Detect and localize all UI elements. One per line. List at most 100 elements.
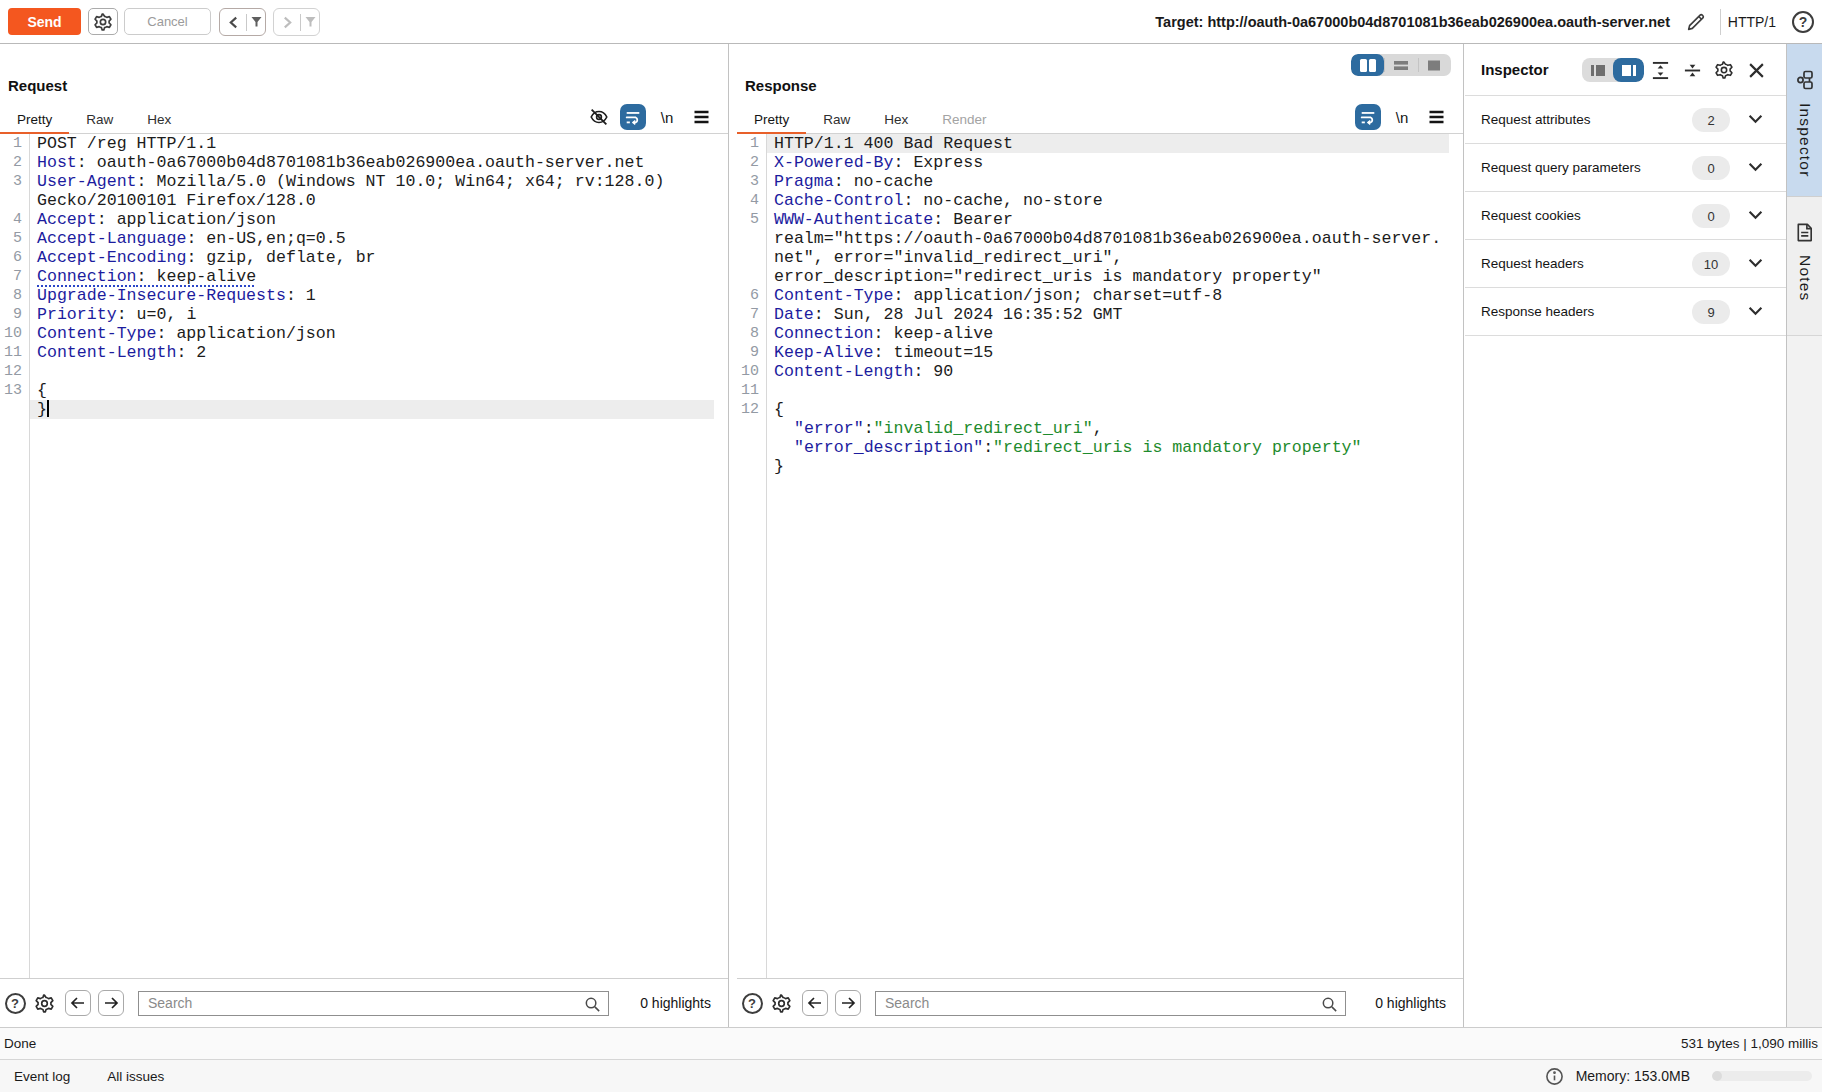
close-icon <box>1748 62 1765 79</box>
search-icon <box>1320 995 1339 1014</box>
inspector-section-request-query-parameters[interactable]: Request query parameters0 <box>1465 144 1786 192</box>
search-help-button[interactable]: ? <box>3 991 27 1015</box>
line-number: 9 <box>0 305 22 324</box>
code-text: "error":"invalid_redirect_uri", <box>774 419 1103 438</box>
inspector-close-button[interactable] <box>1740 58 1772 82</box>
notes-icon <box>1794 222 1815 243</box>
search-next-button[interactable] <box>835 990 861 1016</box>
help-icon: ? <box>5 993 26 1014</box>
status-text: Done <box>4 1036 36 1051</box>
request-search-input[interactable] <box>139 992 608 1015</box>
show-nonprintable-toggle[interactable]: \n <box>650 104 684 130</box>
code-text: Priority: u=0, i <box>37 305 196 324</box>
inspector-section-request-headers[interactable]: Request headers10 <box>1465 240 1786 288</box>
code-line: realm="https://oauth-0a67000b04d8701081b… <box>737 229 1463 248</box>
dock-left-button[interactable] <box>1582 58 1613 82</box>
send-button[interactable]: Send <box>8 8 81 35</box>
search-prev-button[interactable] <box>802 990 828 1016</box>
arrow-right-icon <box>103 996 119 1010</box>
inspector-settings-button[interactable] <box>1708 58 1740 82</box>
line-number: 1 <box>0 134 22 153</box>
layout-columns-button[interactable] <box>1351 54 1384 76</box>
code-line: 4Accept: application/json <box>0 210 728 229</box>
show-nonprintable-toggle[interactable]: \n <box>1385 104 1419 130</box>
code-text: Host: oauth-0a67000b04d8701081b36eab0269… <box>37 153 644 172</box>
line-number: 13 <box>0 381 22 400</box>
layout-single-button[interactable] <box>1418 54 1451 76</box>
inspector-section-request-attributes[interactable]: Request attributes2 <box>1465 96 1786 144</box>
memory-progress-fill <box>1712 1071 1722 1081</box>
search-help-button[interactable]: ? <box>740 991 764 1015</box>
expand-all-button[interactable] <box>1644 58 1676 82</box>
code-text: Content-Type: application/json; charset=… <box>774 286 1222 305</box>
line-number: 3 <box>0 172 22 191</box>
tab-raw[interactable]: Raw <box>69 104 130 134</box>
code-text: X-Powered-By: Express <box>774 153 983 172</box>
tab-render[interactable]: Render <box>925 104 1003 134</box>
request-editor[interactable]: 1POST /reg HTTP/1.12Host: oauth-0a67000b… <box>0 134 728 978</box>
inspector-header: Inspector <box>1465 44 1786 96</box>
http-version-selector[interactable]: HTTP/1 <box>1728 0 1776 44</box>
collapse-all-button[interactable] <box>1676 58 1708 82</box>
inspector-section-response-headers[interactable]: Response headers9 <box>1465 288 1786 336</box>
expand-all-icon <box>1651 61 1670 80</box>
chevron-down-icon <box>1748 114 1763 124</box>
word-wrap-toggle[interactable] <box>1351 104 1385 130</box>
request-panel: Request PrettyRawHex <box>0 44 729 1027</box>
word-wrap-toggle[interactable] <box>616 104 650 130</box>
code-line: 3Pragma: no-cache <box>737 172 1463 191</box>
search-prev-button[interactable] <box>65 990 91 1016</box>
dropdown-caret-icon <box>305 16 316 28</box>
line-number: 6 <box>0 248 22 267</box>
tab-hex[interactable]: Hex <box>867 104 925 134</box>
response-editor[interactable]: 1HTTP/1.1 400 Bad Request2X-Powered-By: … <box>737 134 1463 978</box>
layout-rows-button[interactable] <box>1384 54 1417 76</box>
search-settings-button[interactable] <box>769 991 793 1015</box>
pencil-icon <box>1685 11 1707 33</box>
all-issues-button[interactable]: All issues <box>107 1069 164 1084</box>
tab-pretty[interactable]: Pretty <box>0 104 69 134</box>
send-settings-button[interactable] <box>88 8 118 35</box>
help-icon: ? <box>742 993 763 1014</box>
response-menu-button[interactable] <box>1419 104 1453 130</box>
search-next-button[interactable] <box>98 990 124 1016</box>
side-tab-inspector[interactable]: Inspector <box>1787 44 1822 197</box>
side-tab-label: Notes <box>1796 255 1814 302</box>
side-tab-label: Inspector <box>1796 103 1814 178</box>
inspector-header-icons <box>1582 58 1772 82</box>
side-tab-notes[interactable]: Notes <box>1787 197 1822 336</box>
back-history-dropdown[interactable] <box>247 9 265 35</box>
code-line: "error":"invalid_redirect_uri", <box>737 419 1463 438</box>
line-number: 10 <box>0 324 22 343</box>
cancel-button[interactable]: Cancel <box>124 8 211 35</box>
line-number: 7 <box>0 267 22 286</box>
inspector-section-request-cookies[interactable]: Request cookies0 <box>1465 192 1786 240</box>
tab-pretty[interactable]: Pretty <box>737 104 806 134</box>
tab-hex[interactable]: Hex <box>130 104 188 134</box>
inspector-panel: Inspector <box>1465 44 1786 1027</box>
layout-rows-icon <box>1393 59 1409 72</box>
code-text: Content-Type: application/json <box>37 324 336 343</box>
back-history-button[interactable] <box>219 8 266 36</box>
toolbar: Send Cancel Target: http:/ <box>0 0 1822 44</box>
word-wrap-icon <box>1355 104 1381 130</box>
code-text: { <box>37 381 47 400</box>
code-line: 10 Content-Type: application/json <box>0 324 728 343</box>
inspector-title: Inspector <box>1481 61 1549 78</box>
response-title: Response <box>745 77 817 94</box>
hide-data-button[interactable] <box>582 104 616 130</box>
edit-target-button[interactable] <box>1684 10 1708 34</box>
response-search-input[interactable] <box>876 992 1345 1015</box>
forward-history-button[interactable] <box>273 8 320 36</box>
section-label: Response headers <box>1481 304 1594 319</box>
search-settings-button[interactable] <box>32 991 56 1015</box>
request-menu-button[interactable] <box>684 104 718 130</box>
help-button[interactable]: ? <box>1792 11 1815 34</box>
tab-raw[interactable]: Raw <box>806 104 867 134</box>
forward-history-dropdown[interactable] <box>301 9 319 35</box>
line-number: 2 <box>0 153 22 172</box>
code-text: Pragma: no-cache <box>774 172 933 191</box>
gear-icon <box>1714 60 1734 80</box>
dock-right-button[interactable] <box>1613 58 1644 82</box>
event-log-button[interactable]: Event log <box>14 1069 70 1084</box>
